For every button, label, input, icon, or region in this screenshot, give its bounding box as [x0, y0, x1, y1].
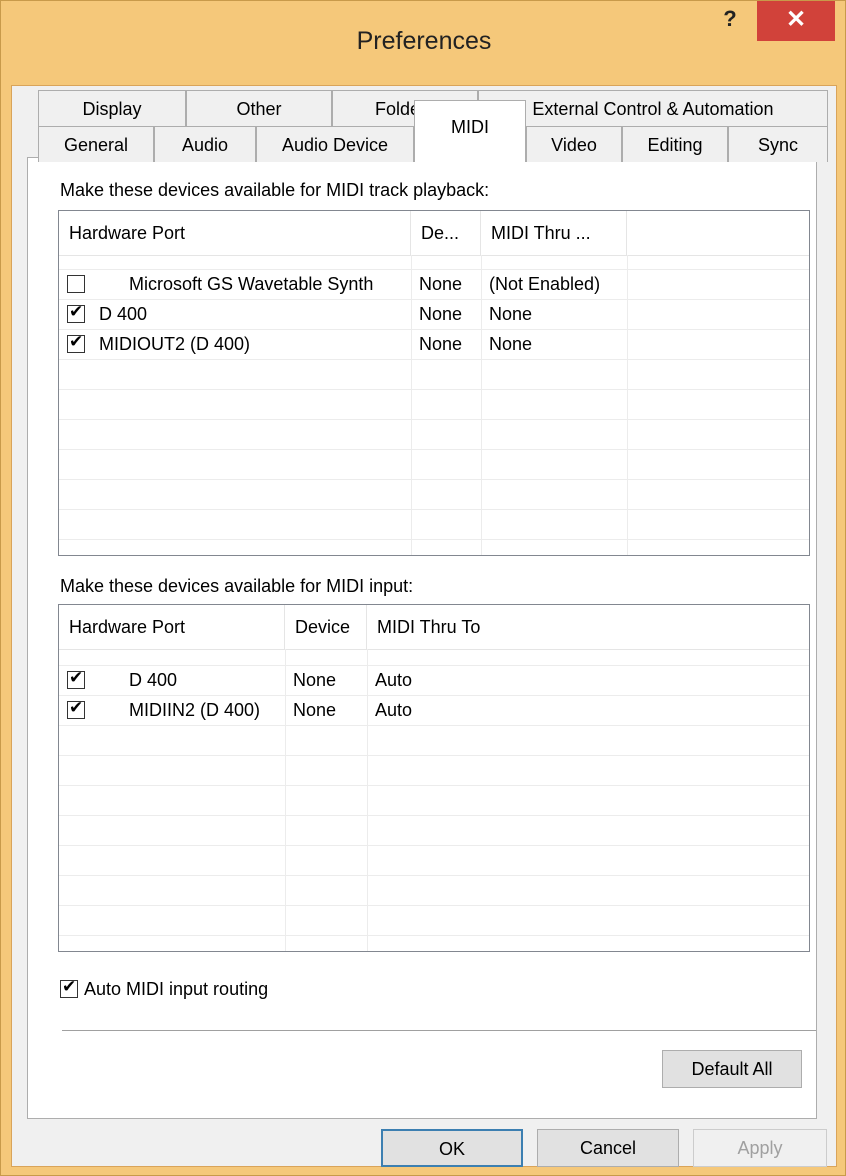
- input-list-header: Hardware Port Device MIDI Thru To: [59, 605, 809, 650]
- midi-thru-value: (Not Enabled): [489, 274, 601, 294]
- separator: [62, 1030, 816, 1031]
- port-name: D 400: [129, 670, 178, 690]
- tab-audio-device[interactable]: Audio Device: [256, 126, 414, 162]
- enable-checkbox[interactable]: [67, 275, 85, 293]
- column-header-device[interactable]: Device: [285, 605, 367, 649]
- tab-display[interactable]: Display: [38, 90, 186, 126]
- tab-editing[interactable]: Editing: [622, 126, 728, 162]
- input-section-label: Make these devices available for MIDI in…: [60, 576, 414, 596]
- enable-checkbox[interactable]: [67, 698, 85, 719]
- playback-device-list[interactable]: Hardware Port De... MIDI Thru ... Micros…: [58, 210, 810, 556]
- default-all-button[interactable]: Default All: [662, 1050, 802, 1088]
- playback-list-header: Hardware Port De... MIDI Thru ...: [59, 211, 809, 256]
- enable-checkbox[interactable]: [67, 302, 85, 323]
- tab-other[interactable]: Other: [186, 90, 332, 126]
- table-row[interactable]: Microsoft GS Wavetable Synth None (Not E…: [59, 269, 809, 299]
- apply-button[interactable]: Apply: [693, 1129, 827, 1167]
- port-name: MIDIIN2 (D 400): [129, 700, 261, 720]
- device-value: None: [419, 334, 463, 354]
- auto-midi-routing-checkbox[interactable]: [60, 977, 78, 998]
- input-list-body: D 400 None Auto MIDIIN2 (D 400) None Aut…: [59, 649, 809, 951]
- title-bar: Preferences ? ✕: [1, 1, 846, 83]
- port-name: Microsoft GS Wavetable Synth: [129, 274, 374, 294]
- auto-midi-routing-label: Auto MIDI input routing: [84, 979, 269, 999]
- port-name: D 400: [99, 304, 148, 324]
- help-button[interactable]: ?: [703, 1, 757, 41]
- playback-section-label: Make these devices available for MIDI tr…: [60, 180, 490, 200]
- enable-checkbox[interactable]: [67, 668, 85, 689]
- column-header-device[interactable]: De...: [411, 211, 481, 255]
- table-row[interactable]: D 400 None Auto: [59, 665, 809, 695]
- device-value: None: [293, 670, 337, 690]
- table-row[interactable]: MIDIIN2 (D 400) None Auto: [59, 695, 809, 725]
- column-header-midi-thru[interactable]: MIDI Thru ...: [481, 211, 627, 255]
- device-value: None: [419, 304, 463, 324]
- cancel-button[interactable]: Cancel: [537, 1129, 679, 1167]
- input-device-list[interactable]: Hardware Port Device MIDI Thru To ✔ D 40…: [58, 604, 810, 952]
- enable-checkbox[interactable]: [67, 332, 85, 353]
- device-value: None: [293, 700, 337, 720]
- tab-general[interactable]: General: [38, 126, 154, 162]
- tab-sync[interactable]: Sync: [728, 126, 828, 162]
- tab-midi[interactable]: MIDI: [414, 100, 526, 162]
- tab-row-front: General Audio Audio Device MIDI Video Ed…: [38, 100, 828, 162]
- playback-list-body: Microsoft GS Wavetable Synth None (Not E…: [59, 255, 809, 555]
- auto-midi-routing-option[interactable]: Auto MIDI input routing: [56, 976, 456, 1002]
- close-button[interactable]: ✕: [757, 1, 835, 41]
- column-header-hardware-port[interactable]: Hardware Port: [59, 605, 285, 649]
- port-name: MIDIOUT2 (D 400): [99, 334, 251, 354]
- midi-thru-value: Auto: [375, 700, 413, 720]
- column-header-hardware-port[interactable]: Hardware Port: [59, 211, 411, 255]
- tab-video[interactable]: Video: [526, 126, 622, 162]
- tab-external-control[interactable]: External Control & Automation: [478, 90, 828, 126]
- column-header-midi-thru-to[interactable]: MIDI Thru To: [367, 605, 809, 649]
- table-row[interactable]: MIDIOUT2 (D 400) None None: [59, 329, 809, 359]
- midi-thru-value: None: [489, 334, 533, 354]
- midi-thru-value: None: [489, 304, 533, 324]
- midi-tab-panel: Make these devices available for MIDI tr…: [27, 157, 817, 1119]
- device-value: None: [419, 274, 463, 294]
- table-row[interactable]: D 400 None None: [59, 299, 809, 329]
- ok-button[interactable]: OK: [381, 1129, 523, 1167]
- preferences-dialog: Preferences ? ✕ Display Other Folders Ex…: [0, 0, 846, 1176]
- tab-audio[interactable]: Audio: [154, 126, 256, 162]
- midi-thru-value: Auto: [375, 670, 413, 690]
